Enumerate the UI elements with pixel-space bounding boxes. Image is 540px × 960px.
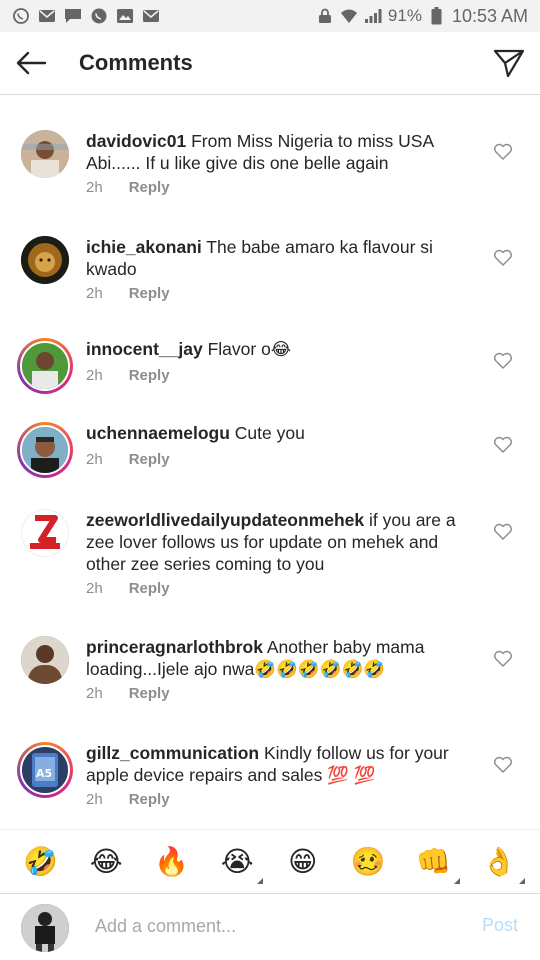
reply-button[interactable]: Reply (129, 367, 170, 384)
avatar[interactable] (17, 422, 73, 478)
comment-meta: 2h Reply (86, 580, 170, 597)
emoji-fire[interactable]: 🔥 (152, 845, 192, 878)
emoji-ok-hand-glyph: 👌 (481, 846, 517, 877)
emoji-rofl[interactable]: 🤣 (21, 845, 61, 878)
heart-icon[interactable] (493, 142, 513, 160)
comment-time: 2h (86, 285, 103, 302)
heart-icon[interactable] (493, 351, 513, 369)
mail-icon (142, 8, 160, 24)
comment-username[interactable]: davidovic01 (86, 131, 186, 151)
reply-button[interactable]: Reply (129, 179, 170, 196)
comment-time: 2h (86, 791, 103, 808)
comment-time: 2h (86, 367, 103, 384)
skin-tone-indicator (519, 878, 526, 884)
heart-icon[interactable] (493, 755, 513, 773)
comment-input[interactable] (95, 916, 455, 937)
avatar[interactable]: A5 (17, 742, 73, 798)
avatar[interactable] (21, 236, 69, 284)
comment-text: gillz_communication Kindly follow us for… (86, 742, 468, 786)
comment-time: 2h (86, 685, 103, 702)
heart-icon[interactable] (493, 649, 513, 667)
comments-list: davidovic01 From Miss Nigeria to miss US… (0, 96, 540, 828)
comment-username[interactable]: ichie_akonani (86, 237, 202, 257)
comment-username[interactable]: uchennaemelogu (86, 423, 230, 443)
emoji-ok-hand[interactable]: 👌 (479, 845, 526, 884)
reply-button[interactable]: Reply (129, 451, 170, 468)
reply-button[interactable]: Reply (129, 791, 170, 808)
skin-tone-indicator (453, 878, 460, 884)
wifi-icon (340, 8, 358, 24)
comment-meta: 2h Reply (86, 285, 170, 302)
battery-percent: 91% (387, 6, 422, 25)
comment-text: ichie_akonani The babe amaro ka flavour … (86, 236, 468, 280)
skin-tone-indicator (257, 878, 264, 884)
send-icon (493, 49, 525, 78)
signal-icon (364, 8, 382, 24)
comment-text: zeeworldlivedailyupdateonmehek if you ar… (86, 509, 468, 575)
current-user-avatar (21, 904, 69, 952)
comment-text: innocent__jay Flavor o😂 (86, 338, 468, 360)
heart-icon[interactable] (493, 248, 513, 266)
emoji-fist-glyph: 👊 (416, 846, 452, 877)
comment-time: 2h (86, 451, 103, 468)
emoji-joy[interactable]: 😂 (86, 845, 126, 878)
avatar[interactable] (21, 130, 69, 178)
arrow-left-icon (16, 51, 47, 75)
system-status: 91% 10:53 AM (316, 6, 528, 27)
post-button[interactable]: Post (482, 915, 518, 936)
comment-message: Cute you (229, 423, 305, 443)
lock-icon (316, 8, 334, 24)
emoji-crying-glyph: 😭 (220, 846, 254, 877)
avatar[interactable] (17, 338, 73, 394)
comment-text: princeragnarlothbrok Another baby mama l… (86, 636, 468, 680)
avatar[interactable] (21, 636, 69, 684)
comments-header: Comments (0, 32, 540, 95)
status-bar: 91% 10:53 AM (0, 0, 540, 32)
svg-text:A5: A5 (36, 767, 52, 780)
page-title: Comments (79, 50, 193, 75)
comment-meta: 2h Reply (86, 367, 170, 384)
message-icon (64, 8, 82, 24)
comment-composer: Post (0, 893, 540, 960)
battery-icon (428, 7, 446, 25)
comment-meta: 2h Reply (86, 685, 170, 702)
comment-time: 2h (86, 179, 103, 196)
clock: 10:53 AM (451, 5, 528, 26)
comment-text: davidovic01 From Miss Nigeria to miss US… (86, 130, 468, 174)
mail-icon (38, 8, 56, 24)
whatsapp-icon (90, 8, 108, 24)
emoji-woozy[interactable]: 🥴 (348, 845, 388, 878)
whatsapp-icon (12, 8, 30, 24)
notification-icons (12, 8, 160, 24)
reply-button[interactable]: Reply (129, 285, 170, 302)
reply-button[interactable]: Reply (129, 580, 170, 597)
comment-meta: 2h Reply (86, 179, 170, 196)
comment-username[interactable]: innocent__jay (86, 339, 203, 359)
reply-button[interactable]: Reply (129, 685, 170, 702)
comment-meta: 2h Reply (86, 791, 170, 808)
comment-message: Flavor o😂 (202, 339, 292, 359)
image-icon (116, 8, 134, 24)
comment-time: 2h (86, 580, 103, 597)
comment-username[interactable]: princeragnarlothbrok (86, 637, 263, 657)
avatar[interactable] (21, 509, 69, 557)
comment-text: uchennaemelogu Cute you (86, 422, 468, 444)
emoji-fist[interactable]: 👊 (414, 845, 460, 884)
share-button[interactable] (478, 32, 540, 95)
comment-username[interactable]: gillz_communication (86, 743, 259, 763)
heart-icon[interactable] (493, 522, 513, 540)
comment-username[interactable]: zeeworldlivedailyupdateonmehek (86, 510, 364, 530)
emoji-crying[interactable]: 😭 (217, 845, 264, 884)
back-button[interactable] (0, 32, 62, 95)
emoji-grin[interactable]: 😁 (283, 845, 323, 878)
comment-meta: 2h Reply (86, 451, 170, 468)
emoji-quick-bar: 🤣 😂 🔥 😭 😁 🥴 👊 👌 (0, 829, 540, 893)
heart-icon[interactable] (493, 435, 513, 453)
